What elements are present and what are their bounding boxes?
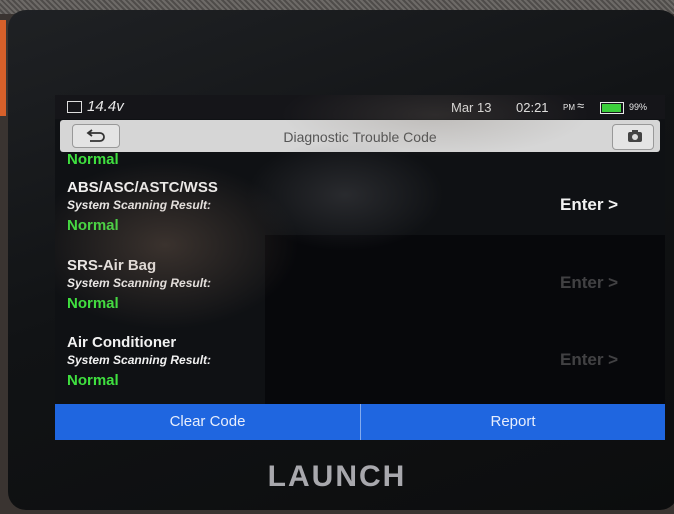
scan-result-label: System Scanning Result:: [67, 276, 212, 290]
brand-logo: LAUNCH: [267, 460, 407, 493]
system-name: Air Conditioner: [67, 334, 177, 351]
wifi-icon: ≈: [577, 98, 585, 113]
scan-result-value: Normal: [67, 217, 119, 234]
system-name: ABS/ASC/ASTC/WSS: [67, 179, 218, 196]
report-button[interactable]: Report: [361, 404, 665, 440]
system-name: SRS-Air Bag: [67, 257, 157, 274]
list-item-abs[interactable]: ABS/ASC/ASTC/WSS System Scanning Result:…: [55, 179, 665, 255]
scan-result-label: System Scanning Result:: [67, 198, 212, 212]
clear-code-button[interactable]: Clear Code: [55, 404, 360, 440]
scan-result-label: System Scanning Result:: [67, 353, 212, 367]
background-object: [0, 20, 6, 116]
status-bar: 14.4v Mar 13 02:21 PM ≈ 99%: [55, 95, 665, 119]
previous-item-result: Normal: [67, 152, 119, 168]
status-date: Mar 13: [451, 100, 492, 115]
camera-icon: [628, 130, 642, 142]
enter-button[interactable]: Enter >: [560, 350, 618, 370]
device-screen: 14.4v Mar 13 02:21 PM ≈ 99% Diagnostic T…: [55, 95, 665, 440]
list-item-srs[interactable]: SRS-Air Bag System Scanning Result: Norm…: [55, 257, 665, 333]
battery-percent: 99%: [629, 102, 648, 112]
screenshot-button[interactable]: [612, 124, 654, 150]
status-time: 02:21: [516, 100, 549, 115]
enter-button[interactable]: Enter >: [560, 195, 618, 215]
scan-result-value: Normal: [67, 372, 119, 389]
enter-button[interactable]: Enter >: [560, 273, 618, 293]
scan-result-value: Normal: [67, 295, 119, 312]
list-item-air-conditioner[interactable]: Air Conditioner System Scanning Result: …: [55, 334, 665, 404]
system-list: Normal ABS/ASC/ASTC/WSS System Scanning …: [55, 152, 665, 404]
voltage-readout: 14.4v: [87, 98, 124, 115]
battery-icon: [600, 102, 624, 114]
status-ampm: PM: [563, 103, 575, 112]
vehicle-battery-icon: [67, 101, 82, 113]
page-title: Diagnostic Trouble Code: [283, 129, 437, 145]
title-bar: Diagnostic Trouble Code: [60, 120, 660, 152]
bottom-action-bar: Clear Code Report: [55, 404, 665, 440]
